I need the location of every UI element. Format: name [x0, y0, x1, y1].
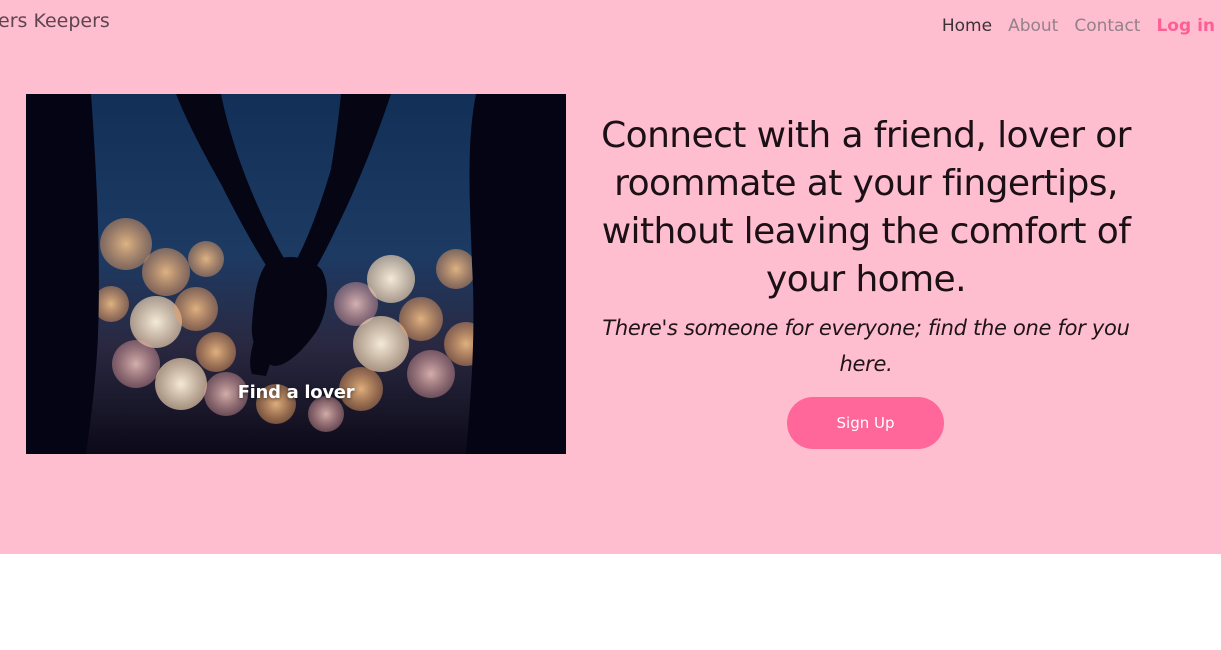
nav-link-contact[interactable]: Contact: [1074, 16, 1140, 36]
brand-logo-text[interactable]: ers Keepers: [0, 10, 110, 32]
photo-caption[interactable]: Find a lover: [26, 382, 566, 403]
nav-link-login[interactable]: Log in: [1156, 16, 1215, 36]
hero-section: ers Keepers Home About Contact Log in Fi…: [0, 0, 1221, 554]
hero-headline: Connect with a friend, lover or roommate…: [601, 115, 1131, 300]
hero-copy: Connect with a friend, lover or roommate…: [590, 112, 1142, 382]
sign-up-button[interactable]: Sign Up: [787, 397, 944, 449]
nav-link-home[interactable]: Home: [942, 16, 992, 36]
nav-link-about[interactable]: About: [1008, 16, 1058, 36]
top-nav: Home About Contact Log in: [926, 16, 1215, 36]
hero-subtext: There's someone for everyone; find the o…: [602, 316, 1130, 376]
hero-photo-card[interactable]: Find a lover: [26, 94, 566, 454]
